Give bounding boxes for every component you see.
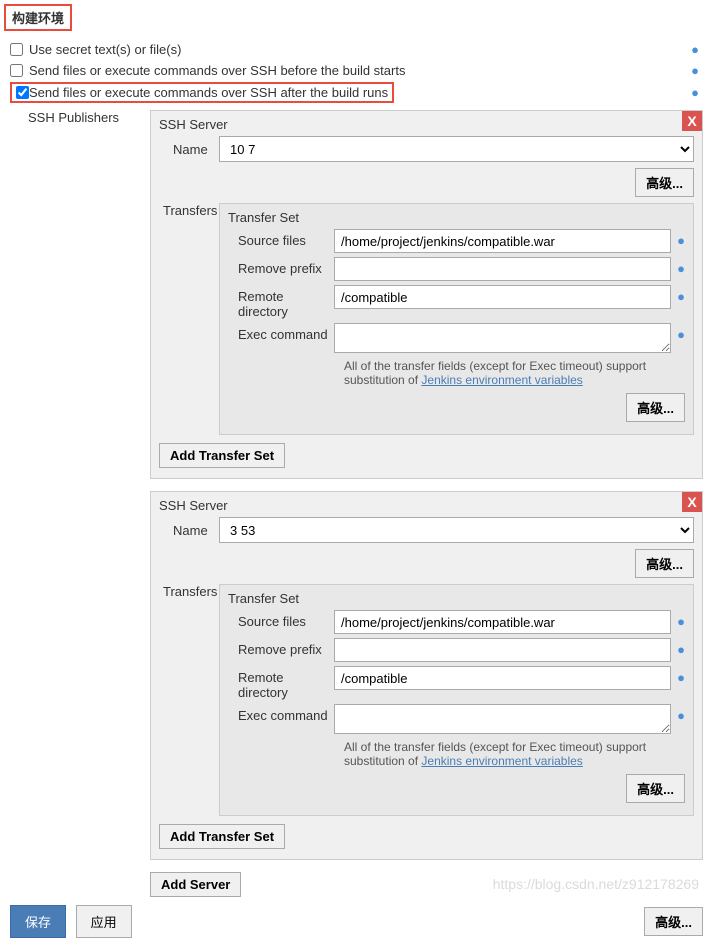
remote-directory-label: Remote directory	[228, 666, 334, 700]
remove-prefix-label: Remove prefix	[228, 638, 334, 657]
remove-prefix-input[interactable]	[334, 638, 671, 662]
advanced-button[interactable]: 高级...	[644, 907, 703, 936]
checkbox-after-build-row: Send files or execute commands over SSH …	[0, 81, 713, 106]
advanced-button[interactable]: 高级...	[626, 393, 685, 422]
exec-command-label: Exec command	[228, 704, 334, 723]
remove-prefix-label: Remove prefix	[228, 257, 334, 276]
advanced-button[interactable]: 高级...	[626, 774, 685, 803]
add-transfer-button[interactable]: Add Transfer Set	[159, 824, 285, 849]
remote-directory-input[interactable]	[334, 285, 671, 309]
source-files-label: Source files	[228, 610, 334, 629]
help-icon[interactable]: ●	[677, 666, 685, 685]
use-secret-checkbox[interactable]	[10, 43, 23, 56]
env-vars-link[interactable]: Jenkins environment variables	[421, 373, 582, 387]
ssh-server-block: X SSH Server Name 10 7 高级... Transfers T…	[150, 110, 703, 479]
after-build-checkbox[interactable]	[16, 86, 29, 99]
ssh-server-title: SSH Server	[159, 498, 694, 513]
help-icon[interactable]: ●	[677, 610, 685, 629]
after-build-label: Send files or execute commands over SSH …	[29, 85, 388, 100]
ssh-publishers-label: SSH Publishers	[10, 110, 150, 899]
exec-command-input[interactable]	[334, 323, 671, 353]
transfer-hint: All of the transfer fields (except for E…	[344, 740, 685, 768]
transfer-set: Transfer Set Source files ● Remove prefi…	[219, 203, 694, 435]
help-icon[interactable]: ●	[677, 704, 685, 723]
transfers-label: Transfers	[159, 203, 219, 435]
help-icon[interactable]: ●	[677, 285, 685, 304]
checkbox-before-build-row: Send files or execute commands over SSH …	[0, 60, 713, 81]
advanced-button[interactable]: 高级...	[635, 168, 694, 197]
use-secret-label: Use secret text(s) or file(s)	[29, 42, 687, 57]
transfers-label: Transfers	[159, 584, 219, 816]
help-icon[interactable]: ●	[677, 323, 685, 342]
transfer-hint: All of the transfer fields (except for E…	[344, 359, 685, 387]
exec-command-input[interactable]	[334, 704, 671, 734]
close-icon[interactable]: X	[682, 492, 702, 512]
server-name-select[interactable]: 3 53	[219, 517, 694, 543]
transfer-set: Transfer Set Source files ● Remove prefi…	[219, 584, 694, 816]
server-name-label: Name	[159, 523, 219, 538]
checkbox-use-secret-row: Use secret text(s) or file(s) ●	[0, 39, 713, 60]
source-files-input[interactable]	[334, 229, 671, 253]
transfer-set-title: Transfer Set	[228, 210, 685, 225]
remote-directory-input[interactable]	[334, 666, 671, 690]
add-transfer-button[interactable]: Add Transfer Set	[159, 443, 285, 468]
help-icon[interactable]: ●	[687, 85, 703, 100]
help-icon[interactable]: ●	[677, 257, 685, 276]
server-name-select[interactable]: 10 7	[219, 136, 694, 162]
ssh-server-block: X SSH Server Name 3 53 高级... Transfers T…	[150, 491, 703, 860]
exec-command-label: Exec command	[228, 323, 334, 342]
source-files-input[interactable]	[334, 610, 671, 634]
help-icon[interactable]: ●	[677, 638, 685, 657]
advanced-button[interactable]: 高级...	[635, 549, 694, 578]
ssh-server-title: SSH Server	[159, 117, 694, 132]
help-icon[interactable]: ●	[687, 42, 703, 57]
before-build-label: Send files or execute commands over SSH …	[29, 63, 687, 78]
remote-directory-label: Remote directory	[228, 285, 334, 319]
section-title: 构建环境	[4, 4, 72, 31]
env-vars-link[interactable]: Jenkins environment variables	[421, 754, 582, 768]
transfer-set-title: Transfer Set	[228, 591, 685, 606]
help-icon[interactable]: ●	[677, 229, 685, 248]
add-server-button[interactable]: Add Server	[150, 872, 241, 897]
server-name-label: Name	[159, 142, 219, 157]
before-build-checkbox[interactable]	[10, 64, 23, 77]
help-icon[interactable]: ●	[687, 63, 703, 78]
close-icon[interactable]: X	[682, 111, 702, 131]
remove-prefix-input[interactable]	[334, 257, 671, 281]
source-files-label: Source files	[228, 229, 334, 248]
